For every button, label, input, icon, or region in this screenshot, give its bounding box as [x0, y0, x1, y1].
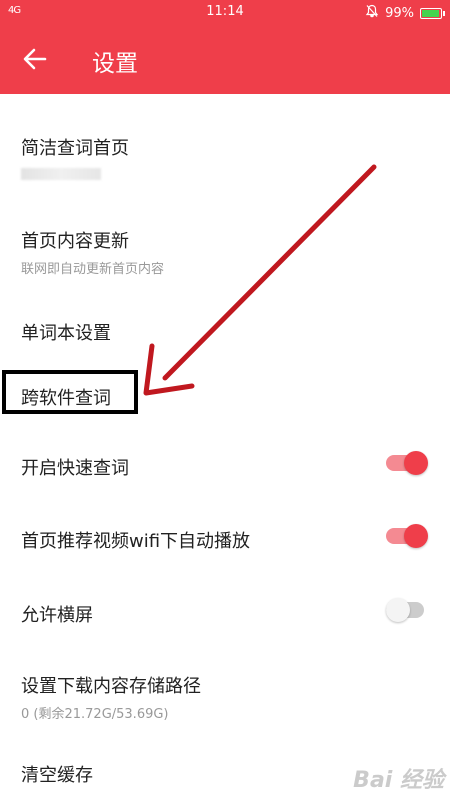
- setting-description: 联网即自动更新首页内容: [21, 262, 165, 277]
- storage-info: 0 (剩余21.72G/53.69G): [21, 707, 169, 722]
- battery-percent: 99%: [385, 5, 414, 21]
- autoplay-video-toggle[interactable]: [386, 524, 428, 548]
- battery-icon: [420, 7, 445, 19]
- toggle-knob: [404, 524, 428, 548]
- bell-mute-icon: [365, 4, 379, 22]
- setting-simple-home[interactable]: 简洁查词首页: [0, 125, 450, 195]
- quick-lookup-toggle[interactable]: [386, 451, 428, 475]
- setting-landscape[interactable]: 允许横屏: [0, 592, 450, 632]
- setting-download-path[interactable]: 设置下载内容存储路径 0 (剩余21.72G/53.69G): [0, 663, 450, 733]
- page-title: 设置: [92, 51, 138, 77]
- setting-label: 开启快速查词: [21, 458, 129, 479]
- toggle-knob: [386, 598, 410, 622]
- setting-label: 设置下载内容存储路径: [21, 676, 201, 697]
- setting-label: 允许横屏: [21, 605, 93, 626]
- setting-home-update[interactable]: 首页内容更新 联网即自动更新首页内容: [0, 218, 450, 288]
- setting-label: 首页内容更新: [21, 231, 129, 252]
- setting-label: 清空缓存: [21, 765, 93, 786]
- toggle-knob: [404, 451, 428, 475]
- blurred-value: [21, 168, 101, 180]
- app-bar: 设置: [0, 24, 450, 94]
- status-bar: 4G 11:14 99%: [0, 0, 450, 24]
- setting-wordbook[interactable]: 单词本设置: [0, 310, 450, 360]
- annotation-highlight-box: [2, 370, 138, 414]
- landscape-toggle[interactable]: [386, 598, 428, 622]
- setting-quick-lookup[interactable]: 开启快速查词: [0, 445, 450, 485]
- setting-label: 单词本设置: [21, 323, 111, 344]
- back-button[interactable]: [18, 42, 52, 76]
- setting-label: 首页推荐视频wifi下自动播放: [21, 531, 251, 552]
- setting-autoplay-video[interactable]: 首页推荐视频wifi下自动播放: [0, 518, 450, 558]
- arrow-left-icon: [23, 48, 47, 70]
- watermark: Bai 经验: [353, 768, 444, 793]
- setting-label: 简洁查词首页: [21, 138, 129, 159]
